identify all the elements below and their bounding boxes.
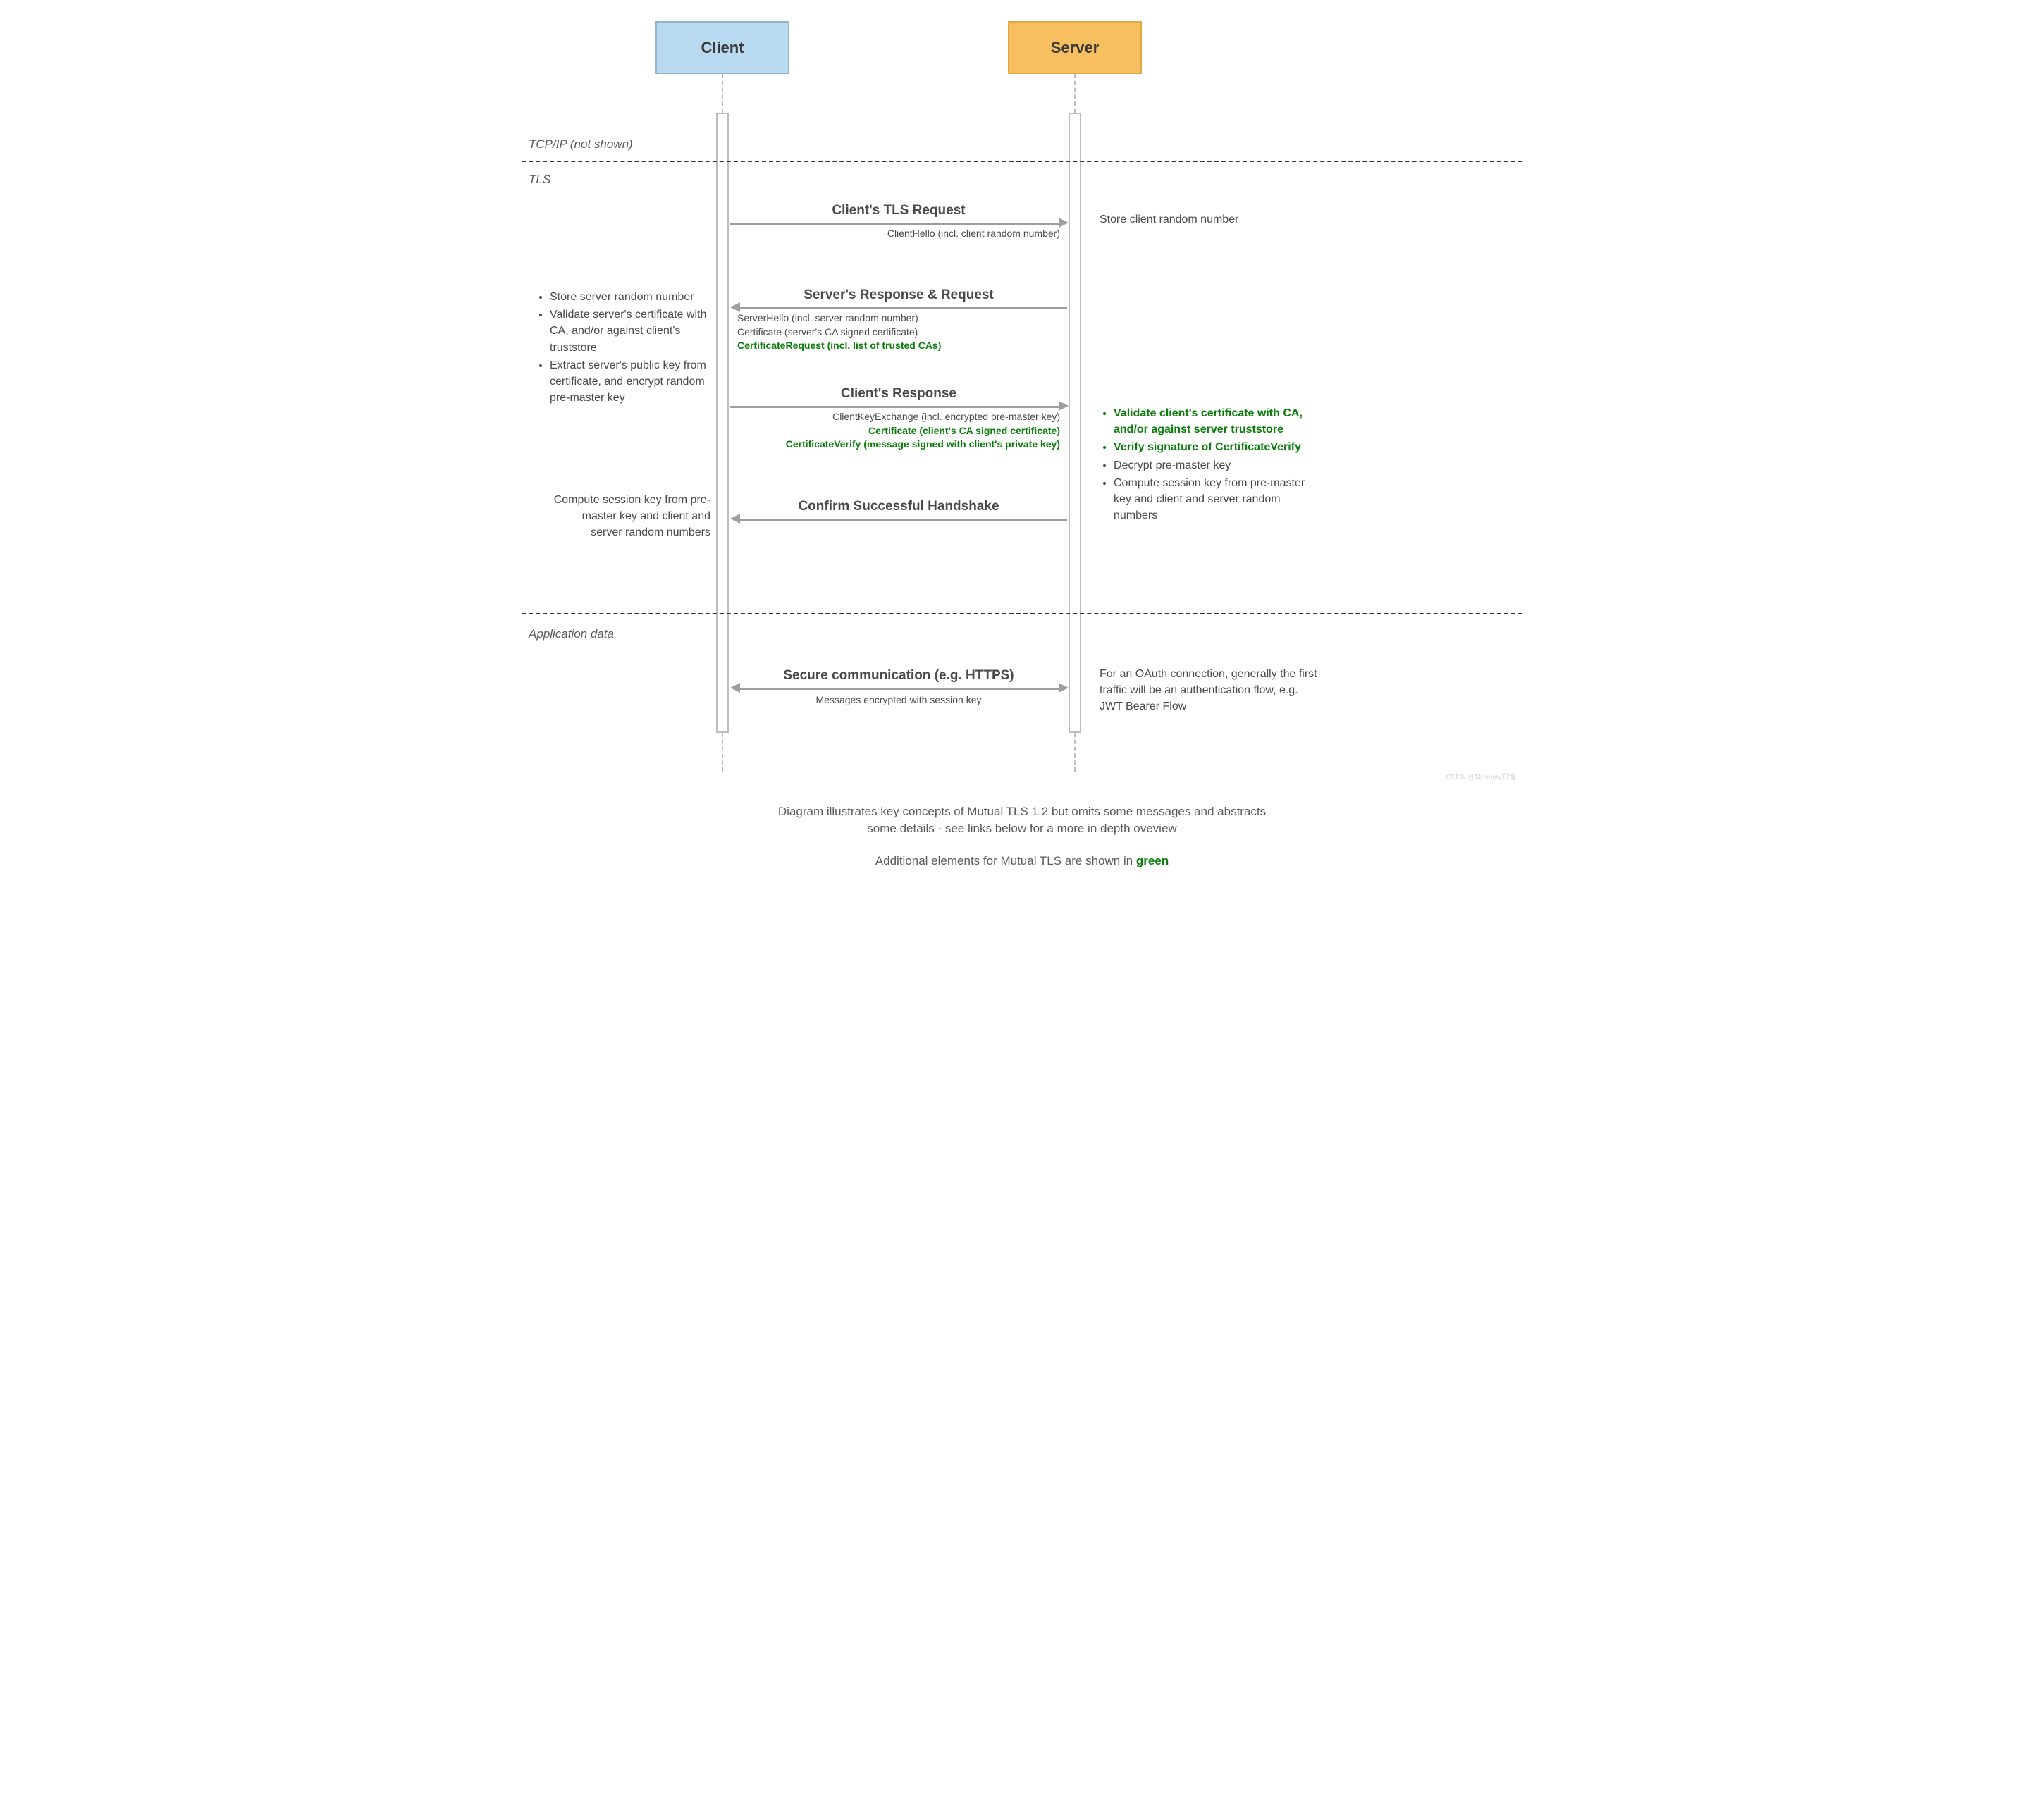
note-client-2b: Validate server's certificate with CA, a… (550, 307, 712, 356)
note-client-2a: Store server random number (550, 289, 712, 305)
msg3-sub1: ClientKeyExchange (incl. encrypted pre-m… (832, 411, 1060, 422)
note-client-4: Compute session key from pre-master key … (550, 492, 710, 541)
section-app-label: Application data (529, 627, 614, 641)
client-lifeline-bottom (722, 733, 723, 772)
footer-line2a: Additional elements for Mutual TLS are s… (875, 854, 1136, 867)
msg5-sub: Messages encrypted with session key (730, 693, 1067, 707)
note-server-3d: Compute session key from pre-master key … (1114, 475, 1318, 524)
server-lifeline-top (1074, 74, 1076, 113)
section-divider-2 (522, 613, 1522, 614)
actor-client: Client (655, 21, 789, 74)
server-lifeline-bottom (1074, 733, 1076, 772)
note-client-2c: Extract server's public key from certifi… (550, 357, 712, 407)
client-lifeline-top (722, 74, 723, 113)
note-server-3c: Decrypt pre-master key (1114, 457, 1318, 474)
msg4-arrow-head (730, 514, 740, 524)
footer-line2b: green (1136, 854, 1169, 867)
watermark: CSDN @Moshow郑锴 (1446, 771, 1515, 781)
msg5-title: Secure communication (e.g. HTTPS) (730, 668, 1067, 684)
footer-note: Diagram illustrates key concepts of Mutu… (500, 803, 1544, 869)
footer-line2: Additional elements for Mutual TLS are s… (500, 853, 1544, 870)
msg2-arrow-head (730, 302, 740, 312)
msg3-title: Client's Response (730, 386, 1067, 402)
server-activation (1069, 113, 1081, 733)
note-client-2: Store server random number Validate serv… (536, 289, 712, 407)
msg5-arrow-head-r (1059, 683, 1069, 693)
msg3-sub3: CertificateVerify (message signed with c… (786, 438, 1060, 450)
sequence-diagram: Client Server TCP/IP (not shown) TLS App… (500, 0, 1544, 916)
msg1-arrow-head (1059, 218, 1069, 228)
msg1-title: Client's TLS Request (730, 203, 1067, 218)
msg5-arrow-head-l (730, 683, 740, 693)
footer-line1: Diagram illustrates key concepts of Mutu… (775, 803, 1269, 837)
section-divider-1 (522, 161, 1522, 162)
msg2-sub1: ServerHello (incl. server random number) (737, 312, 918, 323)
note-server-3a: Validate client's certificate with CA, a… (1114, 405, 1318, 438)
msg5-arrow (739, 688, 1059, 690)
msg1-sub: ClientHello (incl. client random number) (730, 227, 1060, 241)
msg3-arrow (730, 406, 1060, 408)
msg2-title: Server's Response & Request (730, 288, 1067, 303)
note-server-3: Validate client's certificate with CA, a… (1100, 405, 1318, 525)
msg3-subs: ClientKeyExchange (incl. encrypted pre-m… (730, 410, 1060, 452)
msg2-subs: ServerHello (incl. server random number)… (737, 311, 1067, 353)
msg2-sub2: Certificate (server's CA signed certific… (737, 326, 918, 338)
section-tls-label: TLS (529, 173, 550, 187)
client-activation (716, 113, 729, 733)
msg1-arrow (730, 223, 1060, 225)
actor-server: Server (1008, 21, 1142, 74)
note-server-3b: Verify signature of CertificateVerify (1114, 439, 1318, 455)
section-tcp-label: TCP/IP (not shown) (529, 137, 633, 152)
actor-client-label: Client (701, 39, 744, 57)
msg2-sub3: CertificateRequest (incl. list of truste… (737, 340, 941, 351)
note-server-1: Store client random number (1100, 211, 1311, 228)
note-server-5: For an OAuth connection, generally the f… (1100, 666, 1318, 715)
msg4-title: Confirm Successful Handshake (730, 499, 1067, 514)
msg3-arrow-head (1059, 401, 1069, 411)
actor-server-label: Server (1051, 39, 1100, 57)
msg4-arrow (739, 519, 1067, 521)
msg3-sub2: Certificate (client's CA signed certific… (868, 425, 1060, 436)
msg2-arrow (739, 307, 1067, 309)
